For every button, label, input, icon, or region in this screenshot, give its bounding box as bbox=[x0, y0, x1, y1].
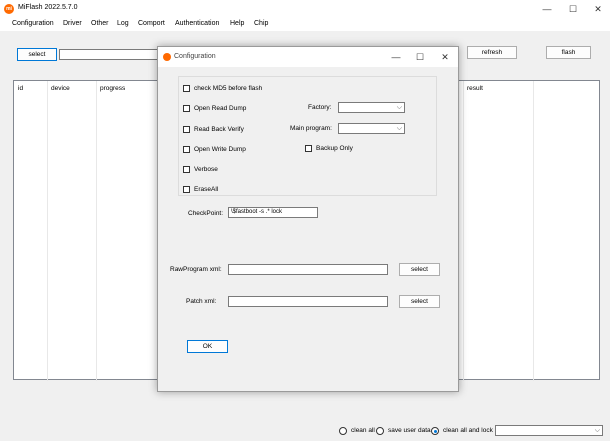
read-back-verify-label: Read Back Verify bbox=[194, 126, 244, 133]
verbose-label: Verbose bbox=[194, 166, 218, 173]
close-button[interactable]: ✕ bbox=[592, 3, 604, 15]
patch-input[interactable] bbox=[228, 296, 388, 307]
chevron-down-icon: ⌵ bbox=[396, 104, 402, 111]
save-user-data-label: save user data bbox=[388, 427, 431, 434]
minimize-button[interactable]: — bbox=[541, 3, 553, 15]
check-md5-checkbox[interactable] bbox=[183, 85, 190, 92]
column-header-device[interactable]: device bbox=[51, 85, 70, 92]
window-title: MiFlash 2022.5.7.0 bbox=[18, 4, 78, 11]
column-divider bbox=[463, 81, 464, 381]
backup-only-label: Backup Only bbox=[316, 145, 353, 152]
chevron-down-icon: ⌵ bbox=[594, 427, 600, 434]
patch-select-button[interactable]: select bbox=[399, 295, 440, 308]
menu-comport[interactable]: Comport bbox=[138, 20, 165, 27]
check-md5-label: check MD5 before flash bbox=[194, 85, 263, 92]
menu-driver[interactable]: Driver bbox=[63, 20, 82, 27]
clean-all-and-lock-label: clean all and lock bbox=[443, 427, 493, 434]
menu-help[interactable]: Help bbox=[230, 20, 244, 27]
save-user-data-radio[interactable] bbox=[376, 427, 384, 435]
flash-button[interactable]: flash bbox=[546, 46, 591, 59]
patch-label: Patch xml: bbox=[186, 298, 217, 305]
factory-label: Factory: bbox=[308, 104, 332, 111]
rawprogram-label: RawProgram xml: bbox=[170, 266, 222, 273]
menu-configuration[interactable]: Configuration bbox=[12, 20, 54, 27]
dialog-title: Configuration bbox=[174, 53, 216, 60]
menu-log[interactable]: Log bbox=[117, 20, 129, 27]
rom-path-input[interactable] bbox=[59, 49, 159, 60]
clean-all-and-lock-radio[interactable] bbox=[431, 427, 439, 435]
erase-all-checkbox[interactable] bbox=[183, 186, 190, 193]
menu-authentication[interactable]: Authentication bbox=[175, 20, 219, 27]
checkpoint-input[interactable]: \$fastboot -s .* lock bbox=[228, 207, 318, 218]
clean-all-label: clean all bbox=[351, 427, 375, 434]
dialog-title-bar: Configuration — ☐ ✕ bbox=[158, 47, 458, 67]
column-header-id[interactable]: id bbox=[18, 85, 23, 92]
open-write-dump-label: Open Write Dump bbox=[194, 146, 246, 153]
verbose-checkbox[interactable] bbox=[183, 166, 190, 173]
column-header-result[interactable]: result bbox=[467, 85, 483, 92]
title-bar: mi MiFlash 2022.5.7.0 — ☐ ✕ bbox=[0, 0, 610, 18]
chevron-down-icon: ⌵ bbox=[396, 125, 402, 132]
factory-combo[interactable]: ⌵ bbox=[338, 102, 405, 113]
select-folder-button[interactable]: select bbox=[17, 48, 57, 61]
main-program-combo[interactable]: ⌵ bbox=[338, 123, 405, 134]
maximize-button[interactable]: ☐ bbox=[567, 3, 579, 15]
column-divider bbox=[96, 81, 97, 381]
backup-only-checkbox[interactable] bbox=[305, 145, 312, 152]
bottom-options-bar: clean all save user data clean all and l… bbox=[0, 420, 610, 441]
open-read-dump-checkbox[interactable] bbox=[183, 105, 190, 112]
menu-bar: Configuration Driver Other Log Comport A… bbox=[0, 18, 610, 31]
configuration-dialog: Configuration — ☐ ✕ check MD5 before fla… bbox=[157, 46, 459, 392]
flash-mode-combo[interactable]: ⌵ bbox=[495, 425, 603, 436]
column-divider bbox=[533, 81, 534, 381]
read-back-verify-checkbox[interactable] bbox=[183, 126, 190, 133]
column-divider bbox=[47, 81, 48, 381]
mi-logo-icon bbox=[163, 53, 171, 61]
mi-logo-icon: mi bbox=[4, 4, 14, 14]
open-read-dump-label: Open Read Dump bbox=[194, 105, 247, 112]
column-header-progress[interactable]: progress bbox=[100, 85, 125, 92]
dialog-close-button[interactable]: ✕ bbox=[439, 51, 451, 63]
rawprogram-select-button[interactable]: select bbox=[399, 263, 440, 276]
refresh-button[interactable]: refresh bbox=[467, 46, 517, 59]
menu-chip[interactable]: Chip bbox=[254, 20, 268, 27]
ok-button[interactable]: OK bbox=[187, 340, 228, 353]
options-groupbox: check MD5 before flash Open Read Dump Re… bbox=[178, 76, 437, 196]
dialog-minimize-button[interactable]: — bbox=[390, 51, 402, 63]
open-write-dump-checkbox[interactable] bbox=[183, 146, 190, 153]
checkpoint-label: CheckPoint: bbox=[188, 210, 224, 217]
menu-other[interactable]: Other bbox=[91, 20, 109, 27]
erase-all-label: EraseAll bbox=[194, 186, 219, 193]
rawprogram-input[interactable] bbox=[228, 264, 388, 275]
clean-all-radio[interactable] bbox=[339, 427, 347, 435]
dialog-maximize-button[interactable]: ☐ bbox=[414, 51, 426, 63]
main-program-label: Main program: bbox=[290, 125, 332, 132]
